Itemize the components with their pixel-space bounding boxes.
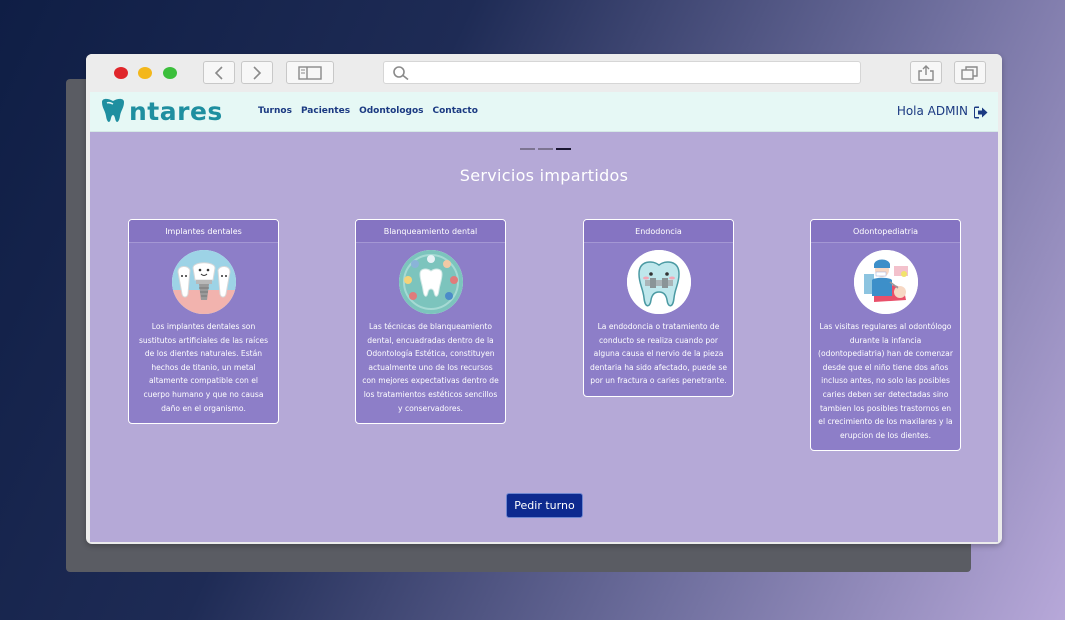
card-description: Los implantes dentales son sustitutos ar… [138,322,269,413]
back-button[interactable] [203,61,235,84]
tabs-icon [961,65,978,80]
logout-button[interactable] [974,104,988,123]
tooth-braces-icon [626,250,691,314]
carousel-indicator-active[interactable] [556,148,571,150]
card-title: Implantes dentales [129,220,278,243]
card-title: Blanqueamiento dental [356,220,505,243]
user-greeting: Hola ADMIN [896,104,968,118]
section-title: Servicios impartidos [459,166,629,185]
main-menu: Turnos Pacientes Odontologos Contacto [258,106,478,116]
share-button[interactable] [910,61,942,84]
logout-icon [974,106,988,119]
address-bar[interactable] [383,61,861,84]
service-card-odontopediatria: Odontopediatria Las visitas regulares al [810,219,961,452]
browser-toolbar [86,54,1002,92]
card-description: La endodoncia o tratamiento de conducto … [590,322,727,386]
brand-name: ntares [129,96,223,126]
chevron-left-icon [214,65,223,80]
card-title: Endodoncia [584,220,733,243]
card-description: Las visitas regulares al odontólogo dura… [818,322,953,440]
nav-link-odontologos[interactable]: Odontologos [359,106,423,116]
carousel-indicators [520,148,571,150]
service-card-endodoncia: Endodoncia La endodoncia o tratamiento d… [583,219,734,397]
brand-logo[interactable]: ntares [98,96,223,126]
sidebar-icon [298,65,322,80]
service-card-blanqueamiento: Blanqueamiento dental Las técnicas de bl… [355,219,506,425]
card-description: Las técnicas de blanqueamiento dental, e… [362,322,499,413]
nav-link-contacto[interactable]: Contacto [433,106,478,116]
tabs-button[interactable] [954,61,986,84]
search-icon [393,66,409,81]
sidebar-toggle-button[interactable] [286,61,334,84]
carousel-indicator[interactable] [538,148,553,150]
nav-link-turnos[interactable]: Turnos [258,106,292,116]
card-title: Odontopediatria [811,220,960,243]
site-navbar: ntares Turnos Pacientes Odontologos Cont… [90,92,998,132]
web-page: ntares Turnos Pacientes Odontologos Cont… [90,92,998,542]
browser-window: ntares Turnos Pacientes Odontologos Cont… [86,54,1002,544]
tooth-whitening-icon [398,250,463,314]
forward-button[interactable] [241,61,273,84]
close-window-button[interactable] [114,67,128,79]
share-icon [918,64,934,81]
minimize-window-button[interactable] [138,67,152,79]
service-card-implantes: Implantes dentales Los implantes dentale… [128,219,279,425]
tooth-logo-icon [102,98,124,122]
nav-link-pacientes[interactable]: Pacientes [301,106,350,116]
pedir-turno-button[interactable]: Pedir turno [506,493,583,518]
dental-implant-icon [171,250,236,314]
chevron-right-icon [253,65,262,80]
carousel-indicator[interactable] [520,148,535,150]
maximize-window-button[interactable] [163,67,177,79]
pediatric-dentist-icon [853,250,918,314]
